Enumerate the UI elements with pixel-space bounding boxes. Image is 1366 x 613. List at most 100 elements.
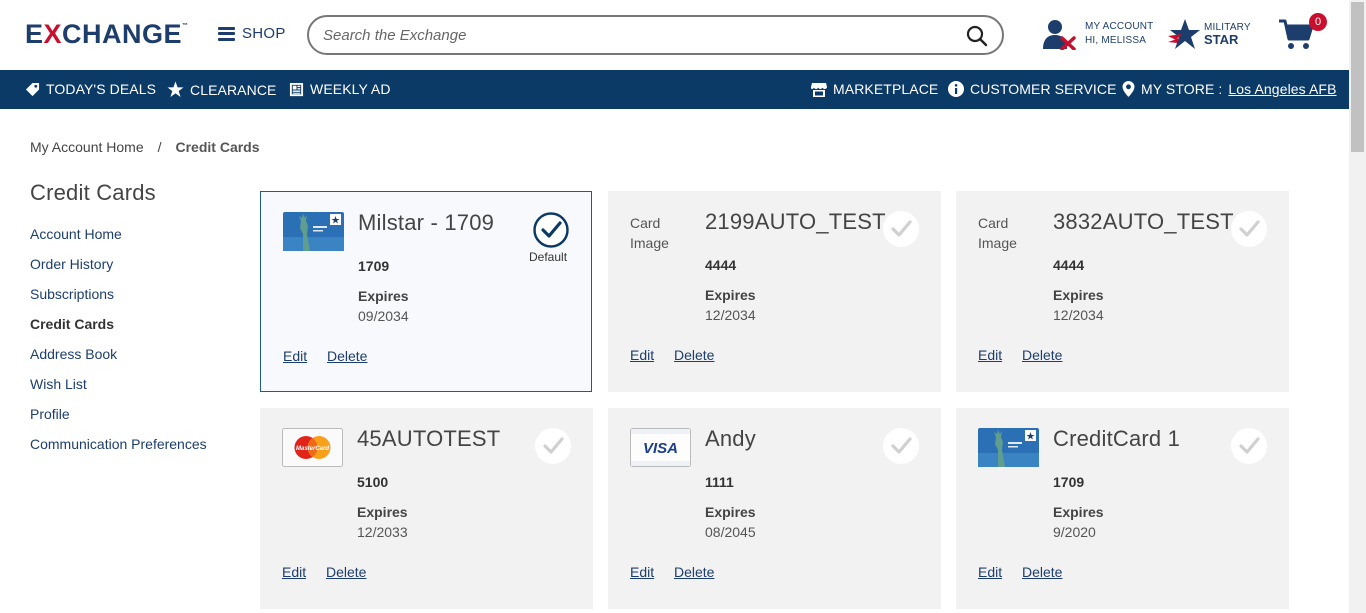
- header: EXCHANGE™ SHOP MY ACCOUNT HI, MELISSA: [0, 0, 1349, 70]
- set-default-check-icon[interactable]: [883, 211, 919, 247]
- card-nickname: 3832AUTO_TEST: [1053, 209, 1234, 234]
- sidebar-item-credit-cards[interactable]: Credit Cards: [30, 316, 207, 346]
- exchange-logo[interactable]: EXCHANGE™: [25, 19, 189, 50]
- card-last-four: 4444: [1053, 257, 1085, 273]
- nav-weekly-ad[interactable]: WEEKLY AD: [289, 81, 391, 97]
- edit-card-link[interactable]: Edit: [630, 564, 654, 580]
- credit-card-tile: Card Image 2199AUTO_TEST 4444 Expires 12…: [608, 191, 941, 392]
- credit-card-tile: VISA Andy 1111 Expires 08/2045 Edit Dele…: [608, 408, 941, 609]
- credit-card-tile: MasterCard 45AUTOTEST 5100 Expires 12/20…: [260, 408, 593, 609]
- expires-label: Expires: [1053, 504, 1104, 520]
- delete-card-link[interactable]: Delete: [326, 564, 366, 580]
- breadcrumb-current: Credit Cards: [175, 139, 260, 155]
- delete-card-link[interactable]: Delete: [327, 348, 367, 364]
- nav-todays-deals[interactable]: TODAY'S DEALS: [25, 81, 156, 97]
- military-star-icon: [1168, 19, 1200, 49]
- star-icon: [167, 81, 184, 97]
- card-nickname: 2199AUTO_TEST: [705, 209, 886, 234]
- search-box: [307, 15, 1004, 55]
- breadcrumb-home[interactable]: My Account Home: [30, 139, 144, 155]
- location-icon: [1122, 81, 1135, 97]
- sidebar-nav: Account Home Order History Subscriptions…: [30, 226, 207, 466]
- newspaper-icon: [289, 82, 304, 96]
- breadcrumb-separator: /: [157, 139, 162, 155]
- credit-card-tile: Milstar - 1709 1709 Expires 09/2034 Edit…: [260, 191, 592, 392]
- delete-card-link[interactable]: Delete: [674, 564, 714, 580]
- card-last-four: 5100: [357, 474, 389, 490]
- breadcrumb: My Account Home / Credit Cards: [30, 139, 260, 155]
- expires-label: Expires: [1053, 287, 1104, 303]
- page-scrollbar[interactable]: [1349, 0, 1366, 613]
- search-input[interactable]: [323, 25, 953, 45]
- star-label: STAR: [1204, 32, 1239, 47]
- info-icon: [948, 81, 964, 97]
- mastercard-image: MasterCard: [282, 428, 343, 467]
- delete-card-link[interactable]: Delete: [1022, 347, 1062, 363]
- sidebar-item-profile[interactable]: Profile: [30, 406, 207, 436]
- edit-card-link[interactable]: Edit: [282, 564, 306, 580]
- military-star-button[interactable]: MILITARY STAR: [1168, 18, 1251, 50]
- sidebar-item-account-home[interactable]: Account Home: [30, 226, 207, 256]
- sidebar-item-communication-preferences[interactable]: Communication Preferences: [30, 436, 207, 466]
- my-account-button[interactable]: MY ACCOUNT HI, MELISSA: [1042, 18, 1154, 50]
- card-nickname: Milstar - 1709: [358, 210, 495, 235]
- svg-text:MasterCard: MasterCard: [296, 446, 329, 452]
- card-last-four: 4444: [705, 257, 737, 273]
- expires-label: Expires: [357, 504, 408, 520]
- expires-label: Expires: [705, 287, 756, 303]
- edit-card-link[interactable]: Edit: [978, 347, 1002, 363]
- cart-count-badge: 0: [1309, 13, 1327, 31]
- tag-icon: [25, 82, 40, 96]
- visa-card-image: VISA: [630, 428, 691, 467]
- sidebar-item-address-book[interactable]: Address Book: [30, 346, 207, 376]
- default-check-icon[interactable]: [533, 212, 569, 248]
- page: EXCHANGE™ SHOP MY ACCOUNT HI, MELISSA: [0, 0, 1366, 613]
- nav-customer-service[interactable]: CUSTOMER SERVICE: [948, 81, 1117, 97]
- card-nickname: 45AUTOTEST: [357, 426, 501, 451]
- set-default-check-icon[interactable]: [1231, 428, 1267, 464]
- scrollbar-thumb[interactable]: [1351, 2, 1364, 152]
- sidebar-title: Credit Cards: [30, 180, 156, 205]
- edit-card-link[interactable]: Edit: [283, 348, 307, 364]
- delete-card-link[interactable]: Delete: [674, 347, 714, 363]
- milstar-card-image: [283, 212, 344, 251]
- broken-card-image: Card Image: [978, 215, 1017, 251]
- account-user-icon: [1043, 20, 1076, 50]
- card-nickname: CreditCard 1: [1053, 426, 1181, 451]
- sidebar-item-subscriptions[interactable]: Subscriptions: [30, 286, 207, 316]
- store-icon: [811, 82, 827, 97]
- card-last-four: 1111: [705, 474, 734, 490]
- nav-marketplace[interactable]: MARKETPLACE: [811, 81, 938, 97]
- sidebar-item-wish-list[interactable]: Wish List: [30, 376, 207, 406]
- sidebar-item-order-history[interactable]: Order History: [30, 256, 207, 286]
- card-last-four: 1709: [1053, 474, 1085, 490]
- expiration-date: 12/2034: [705, 307, 756, 323]
- credit-card-tile: Card Image 3832AUTO_TEST 4444 Expires 12…: [956, 191, 1289, 392]
- nav-clearance[interactable]: CLEARANCE: [167, 81, 276, 98]
- main-nav-bar: TODAY'S DEALS CLEARANCE WEEKLY AD MARKET…: [0, 70, 1349, 109]
- edit-card-link[interactable]: Edit: [630, 347, 654, 363]
- delete-card-link[interactable]: Delete: [1022, 564, 1062, 580]
- shop-menu-button[interactable]: SHOP: [218, 25, 286, 42]
- store-link[interactable]: Los Angeles AFB: [1228, 81, 1336, 97]
- default-label: Default: [529, 250, 568, 264]
- expires-label: Expires: [358, 288, 409, 304]
- set-default-check-icon[interactable]: [1231, 211, 1267, 247]
- card-last-four: 1709: [358, 258, 390, 274]
- broken-card-image: Card Image: [630, 215, 669, 251]
- svg-text:VISA: VISA: [643, 440, 678, 457]
- nav-my-store[interactable]: MY STORE : Los Angeles AFB: [1122, 81, 1337, 97]
- set-default-check-icon[interactable]: [535, 428, 571, 464]
- my-account-label: MY ACCOUNT: [1085, 21, 1154, 32]
- hamburger-icon: [218, 26, 235, 41]
- milstar-card-image: [978, 428, 1039, 467]
- expiration-date: 09/2034: [358, 308, 409, 324]
- credit-card-tile: CreditCard 1 1709 Expires 9/2020 Edit De…: [956, 408, 1289, 609]
- set-default-check-icon[interactable]: [883, 428, 919, 464]
- greeting-label: HI, MELISSA: [1085, 35, 1147, 46]
- search-icon[interactable]: [966, 25, 988, 47]
- cart-button[interactable]: 0: [1278, 13, 1328, 52]
- expiration-date: 08/2045: [705, 524, 756, 540]
- edit-card-link[interactable]: Edit: [978, 564, 1002, 580]
- expiration-date: 9/2020: [1053, 524, 1096, 540]
